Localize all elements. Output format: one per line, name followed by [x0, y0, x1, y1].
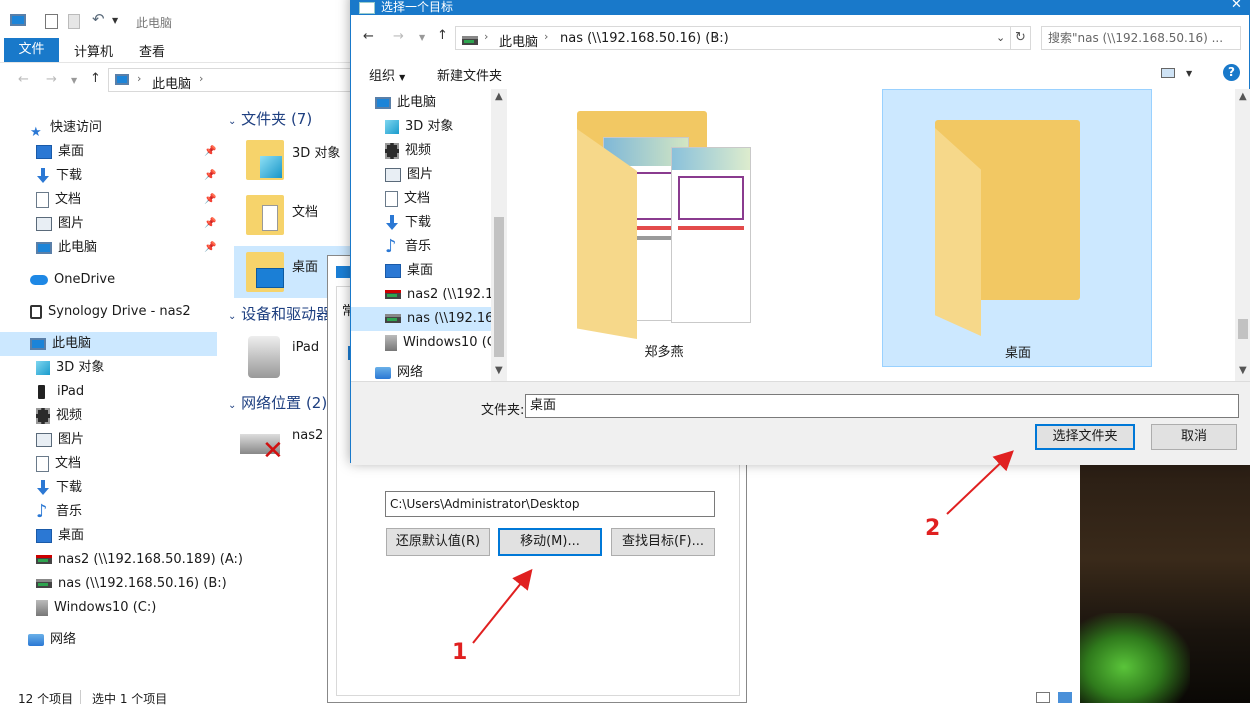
annotation-overlay	[472, 450, 1014, 644]
annotation-label-2: 2	[925, 516, 941, 541]
annotation-arrow-1	[472, 568, 533, 644]
annotation-arrow-2	[946, 450, 1014, 515]
annotation-label-1: 1	[452, 640, 468, 665]
